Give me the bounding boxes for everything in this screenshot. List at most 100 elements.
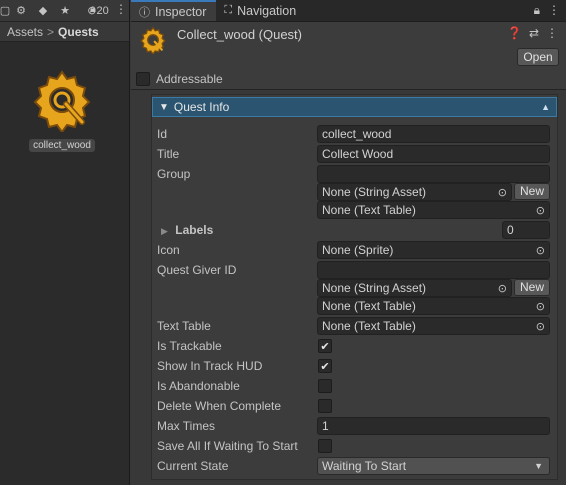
is-trackable-checkbox[interactable]: ✔ xyxy=(318,339,332,353)
is-abandonable-row: Is Abandonable xyxy=(152,377,557,395)
quest-gear-icon xyxy=(33,70,91,134)
dropdown-caret-icon: ▼ xyxy=(534,461,543,471)
more-menu-icon[interactable]: ⋮ xyxy=(546,26,558,40)
object-picker-icon[interactable]: ⊙ xyxy=(536,319,545,334)
id-row: Id collect_wood xyxy=(152,125,557,143)
project-toolbar: ▢ ⚙ ◆ ★ ⊘ 20 🔒︎ ⋮ xyxy=(0,0,129,22)
labels-foldout[interactable]: ▶ Labels xyxy=(161,223,213,237)
save-all-row: Save All If Waiting To Start xyxy=(152,437,557,455)
save-all-checkbox[interactable] xyxy=(318,439,332,453)
current-state-value: Waiting To Start xyxy=(322,459,407,473)
group-text-table-field[interactable]: None (Text Table) ⊙ xyxy=(317,201,550,219)
navigation-icon: ⛶ xyxy=(224,4,233,16)
delete-when-complete-row: Delete When Complete xyxy=(152,397,557,415)
presets-icon[interactable]: ⇄ xyxy=(529,26,539,40)
lock-icon[interactable]: 🔒︎ xyxy=(534,3,540,18)
object-picker-icon[interactable]: ⊙ xyxy=(536,203,545,218)
checkmark-icon: ✔ xyxy=(320,360,330,373)
asset-name-label: collect_wood xyxy=(29,139,95,152)
addressable-checkbox[interactable] xyxy=(136,71,150,86)
group-text-table-value: None (Text Table) xyxy=(322,203,416,217)
show-in-hud-label: Show In Track HUD xyxy=(157,359,263,373)
is-trackable-label: Is Trackable xyxy=(157,339,222,353)
group-string-asset-value: None (String Asset) xyxy=(322,185,427,199)
group-input[interactable] xyxy=(317,165,550,183)
icon-row: Icon None (Sprite) ⊙ xyxy=(152,241,557,259)
icon-sprite-field[interactable]: None (Sprite) ⊙ xyxy=(317,241,550,259)
group-new-button[interactable]: New xyxy=(514,183,550,200)
quest-giver-new-button[interactable]: New xyxy=(514,279,550,296)
object-picker-icon[interactable]: ⊙ xyxy=(536,243,545,258)
current-state-label: Current State xyxy=(157,459,229,473)
max-times-input[interactable]: 1 xyxy=(317,417,550,435)
hierarchy-icon[interactable]: ⚙ xyxy=(10,1,32,21)
object-title: Collect_wood (Quest) xyxy=(177,27,302,42)
breadcrumb-separator: > xyxy=(47,24,55,39)
lock-icon[interactable]: 🔒︎ xyxy=(90,3,96,16)
object-picker-icon[interactable]: ⊙ xyxy=(536,299,545,314)
panel-menu-icon[interactable]: ▢ xyxy=(0,1,10,21)
text-table-row: Text Table None (Text Table) ⊙ xyxy=(152,317,557,335)
object-picker-icon[interactable]: ⊙ xyxy=(498,185,507,200)
id-label: Id xyxy=(157,127,168,141)
text-table-label: Text Table xyxy=(157,319,211,333)
labels-label: Labels xyxy=(175,223,214,237)
section-title: Quest Info xyxy=(173,100,230,114)
text-table-value: None (Text Table) xyxy=(322,319,416,333)
quest-giver-input[interactable] xyxy=(317,261,550,279)
group-string-asset-field[interactable]: None (String Asset) ⊙ xyxy=(317,183,512,201)
quest-giver-row: Quest Giver ID None (String Asset) ⊙ New… xyxy=(152,261,557,317)
hidden-count: 20 xyxy=(96,4,109,17)
is-abandonable-label: Is Abandonable xyxy=(157,379,240,393)
label-filter-icon[interactable]: ◆ xyxy=(32,1,54,21)
tab-inspector-label: Inspector xyxy=(155,4,207,19)
is-trackable-row: Is Trackable ✔ xyxy=(152,337,557,355)
group-label: Group xyxy=(157,167,191,181)
help-icon[interactable]: ❓ xyxy=(507,26,522,40)
delete-when-complete-checkbox[interactable] xyxy=(318,399,332,413)
triangle-down-icon: ▼ xyxy=(159,101,169,113)
show-in-hud-checkbox[interactable]: ✔ xyxy=(318,359,332,373)
id-input[interactable]: collect_wood xyxy=(317,125,550,143)
hidden-packages-toggle[interactable]: ⊘ 20 xyxy=(76,1,120,21)
inspector-window: ⓘ Inspector ⛶ Navigation 🔒︎ ⋮ Collect_wo… xyxy=(131,0,566,485)
quest-info-foldout[interactable]: ▼ Quest Info ▲ xyxy=(152,97,557,117)
icon-sprite-value: None (Sprite) xyxy=(322,243,394,257)
quest-giver-text-table-field[interactable]: None (Text Table) ⊙ xyxy=(317,297,550,315)
project-panel: ▢ ⚙ ◆ ★ ⊘ 20 🔒︎ ⋮ Assets > Quests collec… xyxy=(0,0,130,485)
info-icon: ⓘ xyxy=(139,6,150,19)
save-all-label: Save All If Waiting To Start xyxy=(157,439,298,453)
tab-bar: ⓘ Inspector ⛶ Navigation 🔒︎ ⋮ xyxy=(131,0,566,22)
labels-row[interactable]: ▶ Labels 0 xyxy=(152,221,557,239)
more-menu-icon[interactable]: ⋮ xyxy=(548,3,560,18)
breadcrumb-assets[interactable]: Assets xyxy=(7,25,43,39)
quest-giver-string-asset-field[interactable]: None (String Asset) ⊙ xyxy=(317,279,512,297)
tab-inspector[interactable]: ⓘ Inspector xyxy=(131,0,217,21)
object-picker-icon[interactable]: ⊙ xyxy=(498,281,507,296)
addressable-label: Addressable xyxy=(156,71,223,86)
quest-giver-text-table-value: None (Text Table) xyxy=(322,299,416,313)
quest-info-box: ▼ Quest Info ▲ Id collect_wood Title Col… xyxy=(151,94,558,480)
labels-count-field[interactable]: 0 xyxy=(502,221,550,239)
group-row: Group None (String Asset) ⊙ New None (Te… xyxy=(152,165,557,221)
max-times-row: Max Times 1 xyxy=(152,417,557,435)
open-button[interactable]: Open xyxy=(517,48,559,66)
is-abandonable-checkbox[interactable] xyxy=(318,379,332,393)
addressable-row: Addressable xyxy=(131,68,566,90)
quest-gear-icon xyxy=(140,26,166,54)
text-table-field[interactable]: None (Text Table) ⊙ xyxy=(317,317,550,335)
current-state-dropdown[interactable]: Waiting To Start ▼ xyxy=(317,457,550,475)
quest-giver-string-asset-value: None (String Asset) xyxy=(322,281,427,295)
inspector-content: ▼ Quest Info ▲ Id collect_wood Title Col… xyxy=(131,92,566,485)
breadcrumb: Assets > Quests xyxy=(0,22,129,42)
favorite-star-icon[interactable]: ★ xyxy=(54,1,76,21)
sort-arrows-icon: ▲ xyxy=(541,102,550,112)
title-label: Title xyxy=(157,147,180,161)
inspector-header: Collect_wood (Quest) ❓ ⇄ ⋮ Open xyxy=(131,22,566,68)
quest-asset-item[interactable]: collect_wood xyxy=(22,68,102,152)
more-menu-icon[interactable]: ⋮ xyxy=(115,2,127,16)
tab-navigation[interactable]: ⛶ Navigation xyxy=(216,0,306,21)
quest-giver-label: Quest Giver ID xyxy=(157,263,237,277)
breadcrumb-quests[interactable]: Quests xyxy=(58,25,99,39)
title-input[interactable]: Collect Wood xyxy=(317,145,550,163)
